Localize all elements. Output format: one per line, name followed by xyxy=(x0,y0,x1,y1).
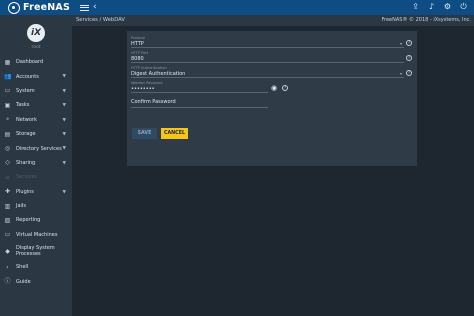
accounts-icon: 👥 xyxy=(4,73,12,81)
sidebar-item-dashboard[interactable]: ▦ Dashboard xyxy=(0,55,72,69)
sidebar-brand: iX root xyxy=(0,15,72,55)
directory-icon: ◎ xyxy=(4,145,11,153)
sidebar-item-reporting[interactable]: ▨ Reporting xyxy=(0,213,72,227)
webdav-password-underline xyxy=(131,92,268,93)
protocol-label: Protocol xyxy=(131,36,146,40)
sidebar-item-jails[interactable]: ▥ Jails xyxy=(0,199,72,213)
storage-icon: ▤ xyxy=(4,130,11,138)
bell-icon[interactable]: ♪ xyxy=(427,2,436,12)
dropdown-arrow-icon[interactable]: ▾ xyxy=(400,41,402,46)
power-icon[interactable]: ⏻ xyxy=(459,2,468,12)
confirm-password-label: Confirm Password xyxy=(131,99,176,105)
chevron-down-icon[interactable]: ▼ xyxy=(63,103,66,108)
help-icon[interactable]: ? xyxy=(406,55,412,61)
logo-text: FreeNAS xyxy=(23,2,70,13)
eye-icon[interactable]: ◉ xyxy=(270,84,278,92)
sidebar-item-tasks[interactable]: ▣ Tasks ▼ xyxy=(0,98,72,112)
sidebar-item-plugins[interactable]: ✚ Plugins ▼ xyxy=(0,185,72,199)
sidebar-item-accounts[interactable]: 👥 Accounts ▼ xyxy=(0,69,72,83)
sidebar-item-network[interactable]: ⚬ Network ▼ xyxy=(0,113,72,127)
sidebar-item-virtual-machines[interactable]: ▭ Virtual Machines xyxy=(0,228,72,242)
chevron-down-icon[interactable]: ▼ xyxy=(63,190,66,195)
sidebar-item-label: Accounts xyxy=(16,73,39,80)
copyright-text: FreeNAS® © 2018 - iXsystems, Inc. xyxy=(381,17,472,23)
chevron-down-icon[interactable]: ▼ xyxy=(63,146,66,151)
chevron-down-icon[interactable]: ▼ xyxy=(63,118,66,123)
system-icon: ▭ xyxy=(4,87,11,95)
calendar-icon: ▣ xyxy=(4,101,11,109)
sidebar-item-label: Dashboard xyxy=(16,59,44,66)
http-port-label: HTTP Port xyxy=(131,51,149,55)
help-icon[interactable]: ? xyxy=(282,85,288,91)
chevron-down-icon[interactable]: ▼ xyxy=(63,74,66,79)
sidebar-item-directory-services[interactable]: ◎ Directory Services ▼ xyxy=(0,141,72,155)
http-port-underline xyxy=(131,62,404,63)
confirm-password-underline xyxy=(131,107,268,108)
sidebar-item-sharing[interactable]: ◇ Sharing ▼ xyxy=(0,156,72,170)
sidebar-item-label: Guide xyxy=(16,278,31,285)
shell-icon: › xyxy=(6,263,9,271)
freenas-logo[interactable]: FreeNAS xyxy=(8,1,70,14)
freenas-logo-icon xyxy=(8,1,20,14)
sidebar-item-storage[interactable]: ▤ Storage ▼ xyxy=(0,127,72,141)
menu-icon[interactable] xyxy=(80,3,89,12)
save-button[interactable]: SAVE xyxy=(132,128,157,139)
sidebar-item-label: Sharing xyxy=(16,159,36,166)
sidebar-item-label: Services xyxy=(16,174,38,181)
processes-icon: ◆ xyxy=(5,247,10,255)
top-toolbar: FreeNAS ‹ ⇪ ♪ ⚙ ⏻ xyxy=(0,0,474,15)
sharing-icon: ◇ xyxy=(5,159,10,167)
sidebar-item-label: System xyxy=(16,87,35,94)
ix-logo: iX xyxy=(27,24,45,42)
chevron-down-icon[interactable]: ▼ xyxy=(63,132,66,137)
protocol-underline xyxy=(131,47,404,48)
chevron-down-icon[interactable]: ▼ xyxy=(63,89,66,94)
help-icon[interactable]: ? xyxy=(406,70,412,76)
plugins-icon: ✚ xyxy=(4,188,11,196)
sidebar-item-label: Virtual Machines xyxy=(16,231,58,238)
network-icon: ⚬ xyxy=(4,116,11,124)
http-auth-label: HTTP Authentication xyxy=(131,66,167,70)
gear-icon[interactable]: ⚙ xyxy=(443,2,452,12)
services-icon: ≡ xyxy=(4,173,11,181)
sidebar-item-system[interactable]: ▭ System ▼ xyxy=(0,84,72,98)
guide-icon: ⓘ xyxy=(4,278,11,286)
jails-icon: ▥ xyxy=(4,202,11,210)
sidebar-item-label: Shell xyxy=(16,264,29,271)
breadcrumb-bar: Services / WebDAV FreeNAS® © 2018 - iXsy… xyxy=(72,15,474,26)
sidebar-item-label: Network xyxy=(16,116,37,123)
sidebar-item-label: Display System Processes xyxy=(16,244,55,258)
sidebar-item-guide[interactable]: ⓘ Guide xyxy=(0,274,72,288)
sidebar-username: root xyxy=(31,45,41,50)
vm-icon: ▭ xyxy=(4,231,11,239)
dropdown-arrow-icon[interactable]: ▾ xyxy=(400,71,402,76)
dashboard-icon: ▦ xyxy=(4,58,11,66)
sidebar-nav: ▦ Dashboard 👥 Accounts ▼ ▭ System ▼ ▣ Tasks ▼ ⚬ Netw… xyxy=(0,55,72,289)
sidebar-item-shell[interactable]: › Shell xyxy=(0,260,72,274)
main-content: Protocol HTTP ▾ ? HTTP Port 8080 ? HTTP … xyxy=(72,26,474,316)
top-right-actions: ⇪ ♪ ⚙ ⏻ xyxy=(411,2,468,12)
sidebar-item-label: Reporting xyxy=(16,217,41,224)
sidebar-item-label: Plugins xyxy=(16,188,34,195)
sidebar-item-services[interactable]: ≡ Services xyxy=(0,170,72,184)
sidebar-item-display-system-processes[interactable]: ◆ Display System Processes xyxy=(0,242,72,260)
sidebar: iX root ▦ Dashboard 👥 Accounts ▼ ▭ System ▼ ▣ Tas… xyxy=(0,15,72,316)
sidebar-item-label: Tasks xyxy=(16,102,30,109)
reporting-icon: ▨ xyxy=(4,216,11,224)
sidebar-item-label: Jails xyxy=(16,203,26,210)
upload-icon[interactable]: ⇪ xyxy=(411,2,420,12)
chevron-down-icon[interactable]: ▼ xyxy=(63,161,66,166)
chevron-left-icon[interactable]: ‹ xyxy=(93,3,102,12)
help-icon[interactable]: ? xyxy=(406,40,412,46)
webdav-settings-card: Protocol HTTP ▾ ? HTTP Port 8080 ? HTTP … xyxy=(127,31,417,166)
sidebar-item-label: Directory Services xyxy=(16,145,62,152)
breadcrumb: Services / WebDAV xyxy=(76,17,125,23)
cancel-button[interactable]: CANCEL xyxy=(161,128,188,139)
webdav-password-label: Webdav Password xyxy=(131,81,163,85)
http-auth-underline xyxy=(131,77,404,78)
sidebar-item-label: Storage xyxy=(16,131,36,138)
